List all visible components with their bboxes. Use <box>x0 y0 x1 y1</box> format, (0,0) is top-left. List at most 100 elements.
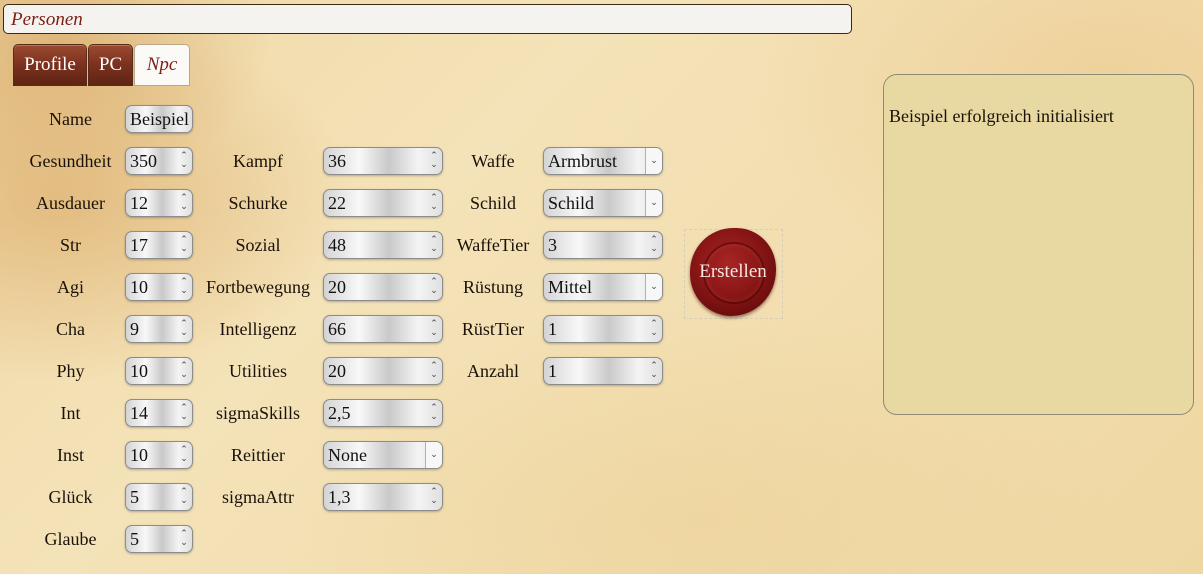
str-label: Str <box>59 235 81 255</box>
cha-field[interactable]: 9 ⌃ ⌄ <box>125 315 193 343</box>
spinner-icon[interactable]: ⌃ ⌄ <box>430 404 438 422</box>
reittier-value: None <box>328 445 367 465</box>
sigmaattr-label: sigmaAttr <box>222 487 294 507</box>
waffe-label: Waffe <box>471 151 515 171</box>
str-value: 17 <box>130 235 148 255</box>
schild-label: Schild <box>469 193 516 213</box>
waffetier-label: WaffeTier <box>456 235 530 255</box>
gesundheit-label: Gesundheit <box>29 151 112 171</box>
tab-npc[interactable]: Npc <box>134 44 190 86</box>
int-label: Int <box>60 403 81 423</box>
output-message: Beispiel erfolgreich initialisiert <box>889 106 1114 126</box>
glueck-label: Glück <box>48 487 93 507</box>
ruesttier-label: RüstTier <box>461 319 525 339</box>
schurke-value: 22 <box>328 193 346 213</box>
glaube-field[interactable]: 5 ⌃ ⌄ <box>125 525 193 553</box>
sigmaskills-value: 2,5 <box>328 403 351 423</box>
waffetier-field[interactable]: 3 ⌃ ⌄ <box>543 231 663 259</box>
chevron-down-icon[interactable]: ⌄ <box>645 274 662 300</box>
spinner-icon[interactable]: ⌃ ⌄ <box>430 236 438 254</box>
spinner-icon[interactable]: ⌃ ⌄ <box>180 362 188 380</box>
spinner-icon[interactable]: ⌃ ⌄ <box>180 530 188 548</box>
kampf-value: 36 <box>328 151 346 171</box>
glueck-value: 5 <box>130 487 139 507</box>
name-field[interactable]: Beispiel <box>125 105 193 133</box>
glaube-label: Glaube <box>44 529 97 549</box>
reittier-select[interactable]: None ⌄ <box>323 441 443 469</box>
schurke-field[interactable]: 22 ⌃ ⌄ <box>323 189 443 217</box>
spinner-icon[interactable]: ⌃ ⌄ <box>180 446 188 464</box>
agi-field[interactable]: 10 ⌃ ⌄ <box>125 273 193 301</box>
page-title: Personen <box>11 9 83 30</box>
ruesttier-field[interactable]: 1 ⌃ ⌄ <box>543 315 663 343</box>
fortbewegung-field[interactable]: 20 ⌃ ⌄ <box>323 273 443 301</box>
ruestung-value: Mittel <box>548 277 592 297</box>
spinner-icon[interactable]: ⌃ ⌄ <box>180 320 188 338</box>
chevron-down-icon[interactable]: ⌄ <box>645 190 662 216</box>
intelligenz-label: Intelligenz <box>219 319 297 339</box>
phy-value: 10 <box>130 361 148 381</box>
spinner-icon[interactable]: ⌃ ⌄ <box>650 320 658 338</box>
sozial-value: 48 <box>328 235 346 255</box>
fortbewegung-label: Fortbewegung <box>206 277 310 297</box>
gesundheit-field[interactable]: 350 ⌃ ⌄ <box>125 147 193 175</box>
waffetier-value: 3 <box>548 235 557 255</box>
spinner-icon[interactable]: ⌃ ⌄ <box>180 236 188 254</box>
waffe-value: Armbrust <box>548 151 617 171</box>
gesundheit-value: 350 <box>130 151 157 171</box>
sozial-label: Sozial <box>235 235 281 255</box>
utilities-label: Utilities <box>229 361 287 381</box>
phy-field[interactable]: 10 ⌃ ⌄ <box>125 357 193 385</box>
kampf-label: Kampf <box>233 151 283 171</box>
glueck-field[interactable]: 5 ⌃ ⌄ <box>125 483 193 511</box>
str-field[interactable]: 17 ⌃ ⌄ <box>125 231 193 259</box>
ausdauer-value: 12 <box>130 193 148 213</box>
kampf-field[interactable]: 36 ⌃ ⌄ <box>323 147 443 175</box>
schild-select[interactable]: Schild ⌄ <box>543 189 663 217</box>
cha-value: 9 <box>130 319 139 339</box>
intelligenz-field[interactable]: 66 ⌃ ⌄ <box>323 315 443 343</box>
output-panel: Beispiel erfolgreich initialisiert <box>883 74 1194 415</box>
chevron-down-icon[interactable]: ⌄ <box>425 442 442 468</box>
spinner-icon[interactable]: ⌃ ⌄ <box>430 152 438 170</box>
spinner-icon[interactable]: ⌃ ⌄ <box>180 152 188 170</box>
spinner-icon[interactable]: ⌃ ⌄ <box>430 194 438 212</box>
sigmaskills-field[interactable]: 2,5 ⌃ ⌄ <box>323 399 443 427</box>
spinner-icon[interactable]: ⌃ ⌄ <box>650 236 658 254</box>
inst-label: Inst <box>57 445 84 465</box>
spinner-icon[interactable]: ⌃ ⌄ <box>430 488 438 506</box>
ausdauer-field[interactable]: 12 ⌃ ⌄ <box>125 189 193 217</box>
glaube-value: 5 <box>130 529 139 549</box>
tab-pc[interactable]: PC <box>88 44 133 86</box>
ruesttier-value: 1 <box>548 319 557 339</box>
schild-value: Schild <box>548 193 595 213</box>
cha-label: Cha <box>56 319 85 339</box>
reittier-label: Reittier <box>231 445 285 465</box>
anzahl-field[interactable]: 1 ⌃ ⌄ <box>543 357 663 385</box>
spinner-icon[interactable]: ⌃ ⌄ <box>650 362 658 380</box>
waffe-select[interactable]: Armbrust ⌄ <box>543 147 663 175</box>
ruestung-select[interactable]: Mittel ⌄ <box>543 273 663 301</box>
spinner-icon[interactable]: ⌃ ⌄ <box>180 278 188 296</box>
spinner-icon[interactable]: ⌃ ⌄ <box>430 362 438 380</box>
ausdauer-label: Ausdauer <box>36 193 105 213</box>
spinner-icon[interactable]: ⌃ ⌄ <box>430 278 438 296</box>
sozial-field[interactable]: 48 ⌃ ⌄ <box>323 231 443 259</box>
inst-field[interactable]: 10 ⌃ ⌄ <box>125 441 193 469</box>
spinner-icon[interactable]: ⌃ ⌄ <box>180 194 188 212</box>
ruestung-label: Rüstung <box>462 277 523 297</box>
agi-label: Agi <box>57 277 84 297</box>
schurke-label: Schurke <box>228 193 288 213</box>
spinner-icon[interactable]: ⌃ ⌄ <box>430 320 438 338</box>
spinner-icon[interactable]: ⌃ ⌄ <box>180 488 188 506</box>
utilities-field[interactable]: 20 ⌃ ⌄ <box>323 357 443 385</box>
name-label: Name <box>49 109 92 129</box>
int-field[interactable]: 14 ⌃ ⌄ <box>125 399 193 427</box>
tab-profile[interactable]: Profile <box>13 44 87 86</box>
sigmaattr-field[interactable]: 1,3 ⌃ ⌄ <box>323 483 443 511</box>
intelligenz-value: 66 <box>328 319 346 339</box>
anzahl-value: 1 <box>548 361 557 381</box>
fortbewegung-value: 20 <box>328 277 346 297</box>
chevron-down-icon[interactable]: ⌄ <box>645 148 662 174</box>
spinner-icon[interactable]: ⌃ ⌄ <box>180 404 188 422</box>
